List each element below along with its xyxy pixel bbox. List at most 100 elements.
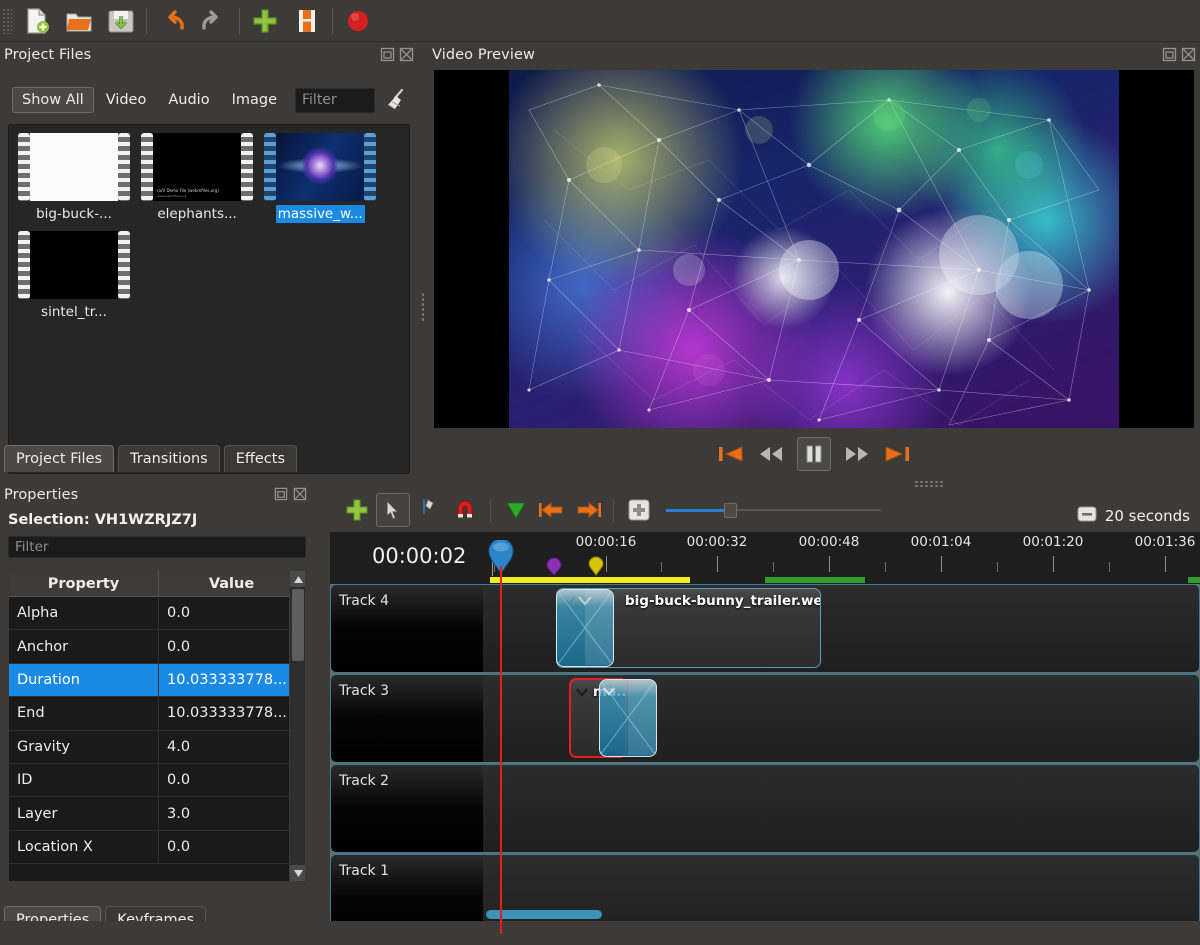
file-item-sintel[interactable]: sintel_tr... xyxy=(16,231,132,321)
zoom-slider[interactable] xyxy=(666,500,881,520)
properties-scrollbar[interactable] xyxy=(289,571,305,881)
track-header[interactable]: Track 4 xyxy=(331,585,483,672)
tab-transitions[interactable]: Transitions xyxy=(118,445,220,472)
open-project-button[interactable] xyxy=(58,2,100,40)
ruler-tick xyxy=(997,562,998,572)
track-2[interactable]: Track 2 xyxy=(330,764,1200,853)
property-value: 10.033333778... xyxy=(159,697,305,729)
current-time-display: 00:00:02 xyxy=(372,544,466,568)
snap-magnet-button[interactable] xyxy=(448,493,482,527)
toolbar-grip[interactable] xyxy=(2,8,12,34)
scroll-up-icon[interactable] xyxy=(290,571,306,587)
undo-button[interactable] xyxy=(151,2,193,40)
properties-table[interactable]: Property Value Alpha 0.0 Anchor 0.0 Dura… xyxy=(8,570,306,882)
filter-video-button[interactable]: Video xyxy=(96,87,157,113)
properties-filter-input[interactable] xyxy=(8,536,306,558)
float-icon[interactable] xyxy=(380,47,395,62)
import-files-button[interactable] xyxy=(244,2,286,40)
close-icon[interactable] xyxy=(293,487,308,502)
filmstrip-right-icon xyxy=(118,133,130,201)
ruler-tick xyxy=(1165,556,1166,572)
track-header[interactable]: Track 2 xyxy=(331,765,483,852)
table-row[interactable]: Alpha 0.0 xyxy=(9,597,305,630)
scrollbar-thumb[interactable] xyxy=(292,589,304,661)
filter-image-button[interactable]: Image xyxy=(222,87,287,113)
close-icon[interactable] xyxy=(1181,47,1196,62)
add-marker-button[interactable] xyxy=(499,493,533,527)
file-item-massive-w[interactable]: massive_w... xyxy=(262,133,378,223)
float-icon[interactable] xyxy=(274,487,289,502)
add-track-button[interactable] xyxy=(340,493,374,527)
file-item-big-buck[interactable]: big-buck-... xyxy=(16,133,132,223)
table-row[interactable]: ID 0.0 xyxy=(9,764,305,797)
project-files-grid[interactable]: big-buck-... (a/V Demo File (webmfiles.o… xyxy=(8,124,410,474)
track-header[interactable]: Track 3 xyxy=(331,675,483,762)
table-row[interactable]: Layer 3.0 xyxy=(9,797,305,830)
tab-project-files[interactable]: Project Files xyxy=(4,445,114,472)
purple-marker[interactable] xyxy=(546,558,562,576)
zoom-level-icon[interactable] xyxy=(1077,504,1097,528)
transition-block[interactable] xyxy=(599,679,657,757)
chevron-down-icon[interactable] xyxy=(575,683,589,702)
razor-tool-button[interactable] xyxy=(412,493,446,527)
previous-marker-button[interactable] xyxy=(535,493,569,527)
table-row-selected[interactable]: Duration 10.033333778... xyxy=(9,664,305,697)
scrollbar-thumb[interactable] xyxy=(486,910,602,919)
save-project-button[interactable] xyxy=(100,2,142,40)
jump-to-start-button[interactable] xyxy=(717,440,745,468)
float-icon[interactable] xyxy=(1162,47,1177,62)
record-button[interactable] xyxy=(337,2,379,40)
table-row[interactable]: End 10.033333778... xyxy=(9,697,305,730)
yellow-marker[interactable] xyxy=(588,556,604,576)
track-body[interactable]: ma... xyxy=(483,675,1199,762)
play-pause-button[interactable] xyxy=(797,437,831,471)
export-video-button[interactable] xyxy=(286,2,328,40)
video-preview-surface[interactable] xyxy=(434,70,1194,428)
track-4[interactable]: Track 4 big-buck-bunny_trailer.webm xyxy=(330,584,1200,673)
jump-to-end-button[interactable] xyxy=(883,440,911,468)
select-tool-button[interactable] xyxy=(376,493,410,527)
ruler-label: 00:00:48 xyxy=(799,534,860,550)
next-marker-button[interactable] xyxy=(571,493,605,527)
property-name: Location X xyxy=(9,831,159,863)
rewind-button[interactable] xyxy=(757,440,785,468)
filmstrip-left-icon xyxy=(18,133,30,201)
new-project-button[interactable] xyxy=(16,2,58,40)
status-bar xyxy=(0,921,1200,945)
file-item-elephants[interactable]: (a/V Demo File (webmfiles.org) www.webmf… xyxy=(139,133,255,223)
property-name: ID xyxy=(9,764,159,796)
filter-audio-button[interactable]: Audio xyxy=(158,87,219,113)
transition-block[interactable] xyxy=(556,589,614,667)
timeline-horizontal-scrollbar[interactable] xyxy=(330,910,1200,919)
broom-icon[interactable] xyxy=(383,87,409,113)
playhead-marker[interactable] xyxy=(488,540,514,574)
center-playhead-button[interactable] xyxy=(622,493,656,527)
zoom-level-label: 20 seconds xyxy=(1105,507,1190,525)
timeline-ruler[interactable]: 00:00:02 00:00:16 00:00:32 00:00:48 00:0… xyxy=(330,532,1200,576)
close-icon[interactable] xyxy=(399,47,414,62)
main-toolbar xyxy=(0,0,1200,42)
timeline-splitter-grip[interactable] xyxy=(914,480,944,488)
scroll-down-icon[interactable] xyxy=(290,865,306,881)
fast-forward-button[interactable] xyxy=(843,440,871,468)
property-value: 3.0 xyxy=(159,797,305,829)
zoom-slider-handle[interactable] xyxy=(724,503,737,518)
chevron-down-icon[interactable] xyxy=(602,682,616,701)
splitter-grip[interactable] xyxy=(421,292,425,322)
track-body[interactable] xyxy=(483,765,1199,852)
table-row[interactable]: Gravity 4.0 xyxy=(9,731,305,764)
tab-effects[interactable]: Effects xyxy=(224,445,297,472)
filmstrip-left-icon xyxy=(18,231,30,299)
redo-button[interactable] xyxy=(193,2,235,40)
timeline-tracks[interactable]: Track 4 big-buck-bunny_trailer.webm xyxy=(330,584,1200,934)
clip-indicator-bar xyxy=(330,576,1200,584)
filter-show-all-button[interactable]: Show All xyxy=(12,87,94,113)
file-filter-input[interactable] xyxy=(295,88,375,113)
table-row[interactable]: Anchor 0.0 xyxy=(9,630,305,663)
ruler-tick xyxy=(1109,562,1110,572)
track-body[interactable]: big-buck-bunny_trailer.webm xyxy=(483,585,1199,672)
table-row[interactable]: Location X 0.0 xyxy=(9,831,305,864)
ruler-label: 00:00:16 xyxy=(576,534,637,550)
track-3[interactable]: Track 3 ma... xyxy=(330,674,1200,763)
chevron-down-icon[interactable] xyxy=(577,592,593,611)
